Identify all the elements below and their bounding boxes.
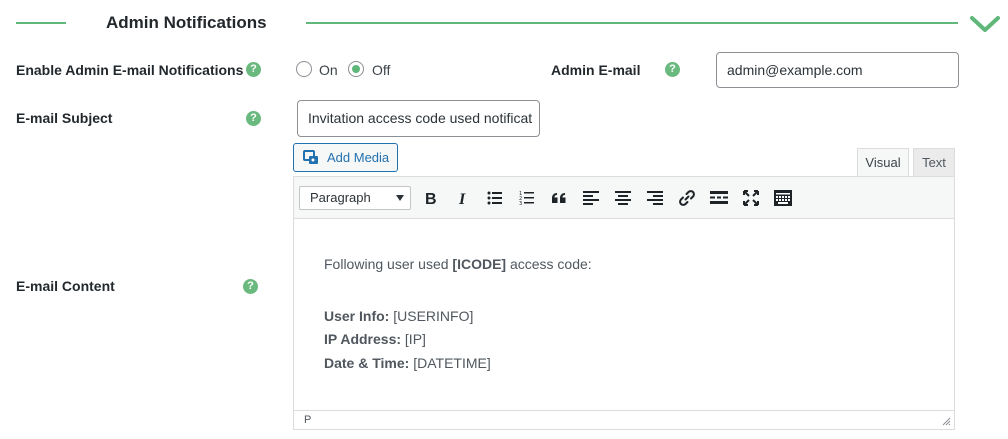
- line-value: [IP]: [404, 331, 426, 347]
- intro-pre: Following user used: [324, 256, 453, 272]
- bold-button[interactable]: B: [418, 185, 444, 211]
- admin-email-label: Admin E-mail: [551, 62, 641, 78]
- line-key: User Info:: [324, 307, 390, 324]
- chevron-down-icon: [396, 195, 404, 201]
- resize-grip-icon[interactable]: [942, 417, 951, 426]
- help-icon[interactable]: ?: [665, 62, 680, 77]
- format-select[interactable]: Paragraph: [299, 186, 411, 210]
- editor-content[interactable]: Following user used [ICODE] access code:…: [324, 253, 592, 375]
- enable-notifications-label: Enable Admin E-mail Notifications: [16, 62, 244, 78]
- tab-visual[interactable]: Visual: [857, 148, 909, 177]
- content-line: User Info: [USERINFO]: [324, 305, 592, 329]
- format-select-value: Paragraph: [310, 190, 371, 205]
- content-line: Date & Time: [DATETIME]: [324, 352, 592, 376]
- align-left-button[interactable]: [578, 185, 604, 211]
- help-icon[interactable]: ?: [243, 279, 258, 294]
- fullscreen-icon: [743, 190, 759, 206]
- tab-text[interactable]: Text: [913, 148, 955, 177]
- align-center-button[interactable]: [610, 185, 636, 211]
- align-center-icon: [615, 191, 631, 205]
- align-left-icon: [583, 191, 599, 205]
- line-key: Date & Time:: [324, 354, 410, 371]
- bold-icon: B: [425, 191, 437, 205]
- chevron-down-icon[interactable]: [968, 10, 1002, 36]
- element-path[interactable]: P: [304, 414, 311, 426]
- radio-off-label[interactable]: Off: [372, 62, 390, 78]
- content-intro: Following user used [ICODE] access code:: [324, 253, 592, 277]
- bullet-list-button[interactable]: [482, 185, 508, 211]
- align-right-icon: [647, 191, 663, 205]
- link-icon: [679, 190, 695, 206]
- link-button[interactable]: [674, 185, 700, 211]
- bullet-list-icon: [487, 191, 502, 205]
- blockquote-icon: [552, 193, 566, 203]
- add-media-label: Add Media: [327, 150, 390, 165]
- toolbar-toggle-icon: [774, 190, 792, 206]
- help-icon[interactable]: ?: [246, 111, 261, 126]
- email-content-label: E-mail Content: [16, 278, 115, 294]
- editor-toolbar: Paragraph B I 1 2 3: [294, 177, 954, 219]
- svg-text:B: B: [425, 191, 437, 205]
- add-media-icon: [303, 150, 318, 164]
- fullscreen-button[interactable]: [738, 185, 764, 211]
- email-subject-field[interactable]: Invitation access code used notificat: [297, 100, 540, 137]
- section-divider-right: [306, 22, 958, 24]
- line-value: [DATETIME]: [413, 354, 491, 371]
- intro-post: access code:: [506, 256, 592, 272]
- italic-button[interactable]: I: [450, 185, 476, 211]
- radio-on[interactable]: [296, 61, 312, 77]
- section-divider-left: [16, 22, 66, 24]
- content-line: IP Address: [IP]: [324, 328, 592, 352]
- email-subject-label: E-mail Subject: [16, 110, 113, 126]
- help-icon[interactable]: ?: [246, 62, 261, 77]
- numbered-list-button[interactable]: 1 2 3: [514, 185, 540, 211]
- svg-text:I: I: [458, 191, 466, 205]
- section-title: Admin Notifications: [106, 13, 267, 32]
- radio-on-label[interactable]: On: [319, 62, 338, 78]
- italic-icon: I: [458, 191, 466, 205]
- blockquote-button[interactable]: [546, 185, 572, 211]
- admin-email-field[interactable]: admin@example.com: [716, 52, 959, 88]
- align-right-button[interactable]: [642, 185, 668, 211]
- toolbar-toggle-button[interactable]: [770, 185, 796, 211]
- intro-code: [ICODE]: [452, 256, 507, 272]
- read-more-button[interactable]: [706, 185, 732, 211]
- content-spacer: [324, 277, 592, 305]
- numbered-list-icon: 1 2 3: [519, 191, 534, 205]
- svg-text:3: 3: [519, 201, 522, 205]
- read-more-icon: [710, 191, 728, 204]
- radio-off[interactable]: [348, 61, 364, 77]
- add-media-button[interactable]: Add Media: [293, 143, 398, 172]
- line-key: IP Address:: [324, 331, 402, 347]
- editor-statusbar: P: [294, 410, 954, 429]
- line-value: [USERINFO]: [393, 307, 474, 324]
- email-content-editor[interactable]: Paragraph B I 1 2 3 Following user used …: [293, 176, 955, 430]
